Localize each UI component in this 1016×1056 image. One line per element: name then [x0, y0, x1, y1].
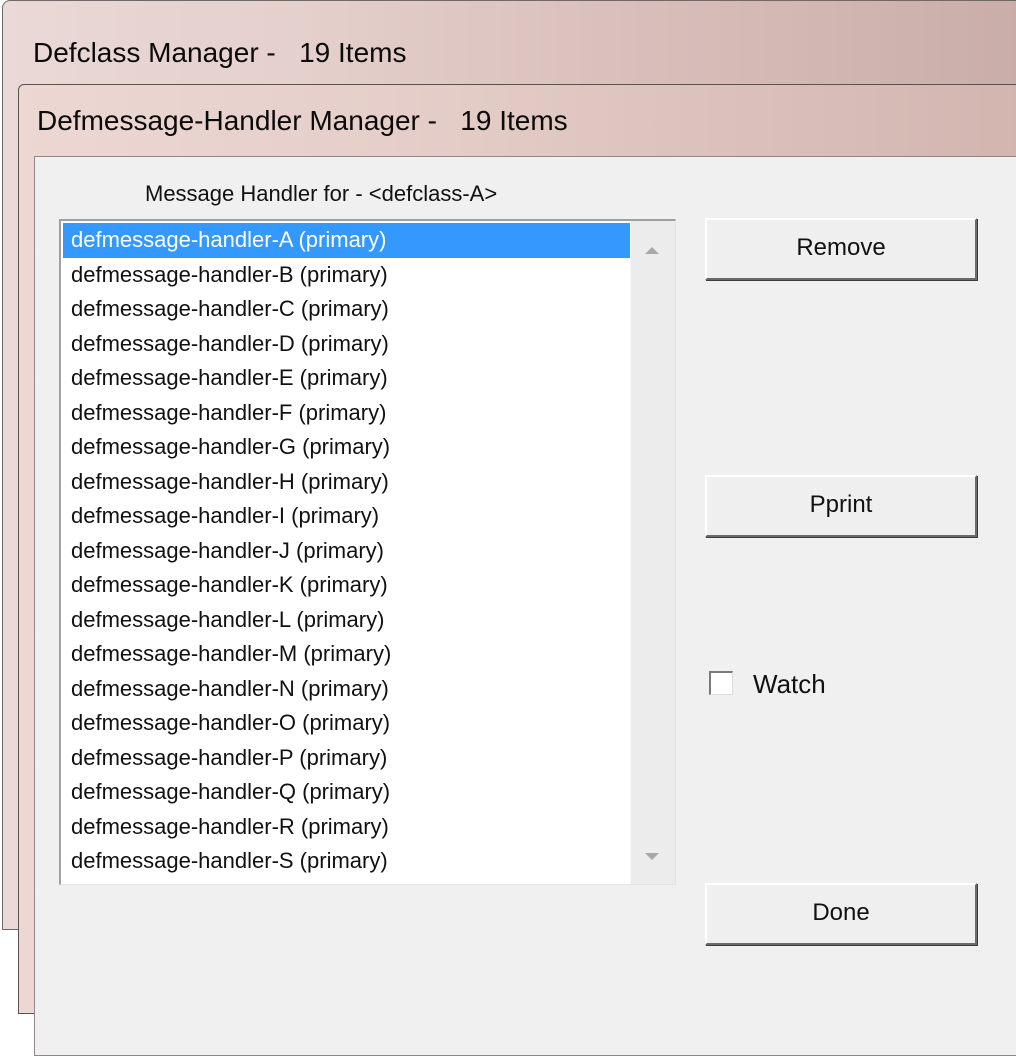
defmessage-handler-manager-window: Defmessage-Handler Manager - 19 Items Me…: [18, 84, 1016, 1056]
list-item[interactable]: defmessage-handler-R (primary): [63, 810, 630, 845]
list-scrollbar[interactable]: [630, 221, 675, 884]
list-item[interactable]: defmessage-handler-M (primary): [63, 637, 630, 672]
defmessage-handler-manager-title: Defmessage-Handler Manager - 19 Items: [37, 105, 568, 136]
list-item[interactable]: defmessage-handler-B (primary): [63, 258, 630, 293]
remove-button[interactable]: Remove: [705, 218, 977, 280]
list-item[interactable]: defmessage-handler-J (primary): [63, 534, 630, 569]
list-item[interactable]: defmessage-handler-H (primary): [63, 465, 630, 500]
list-item[interactable]: defmessage-handler-S (primary): [63, 844, 630, 879]
handler-list: defmessage-handler-A (primary) defmessage…: [63, 223, 630, 883]
list-item[interactable]: defmessage-handler-C (primary): [63, 292, 630, 327]
list-item[interactable]: defmessage-handler-P (primary): [63, 741, 630, 776]
list-item[interactable]: defmessage-handler-A (primary): [63, 223, 630, 258]
watch-checkbox[interactable]: [709, 671, 733, 695]
pprint-button[interactable]: Pprint: [705, 475, 977, 537]
list-item[interactable]: defmessage-handler-G (primary): [63, 430, 630, 465]
list-item[interactable]: defmessage-handler-D (primary): [63, 327, 630, 362]
list-item[interactable]: defmessage-handler-O (primary): [63, 706, 630, 741]
dialog-client-area: Message Handler for - <defclass-A> defme…: [34, 156, 1016, 1056]
scroll-up-arrow-icon[interactable]: [645, 247, 659, 254]
list-item[interactable]: defmessage-handler-N (primary): [63, 672, 630, 707]
list-item[interactable]: defmessage-handler-L (primary): [63, 603, 630, 638]
list-item[interactable]: defmessage-handler-I (primary): [63, 499, 630, 534]
done-button[interactable]: Done: [705, 883, 977, 945]
message-handler-caption: Message Handler for - <defclass-A>: [145, 181, 498, 206]
watch-label: Watch: [753, 669, 826, 699]
list-item[interactable]: defmessage-handler-F (primary): [63, 396, 630, 431]
scroll-down-arrow-icon[interactable]: [645, 853, 659, 860]
handler-listbox[interactable]: defmessage-handler-A (primary) defmessage…: [59, 219, 676, 885]
list-item[interactable]: defmessage-handler-E (primary): [63, 361, 630, 396]
defclass-manager-title: Defclass Manager - 19 Items: [33, 37, 407, 68]
list-item[interactable]: defmessage-handler-Q (primary): [63, 775, 630, 810]
list-item[interactable]: defmessage-handler-K (primary): [63, 568, 630, 603]
